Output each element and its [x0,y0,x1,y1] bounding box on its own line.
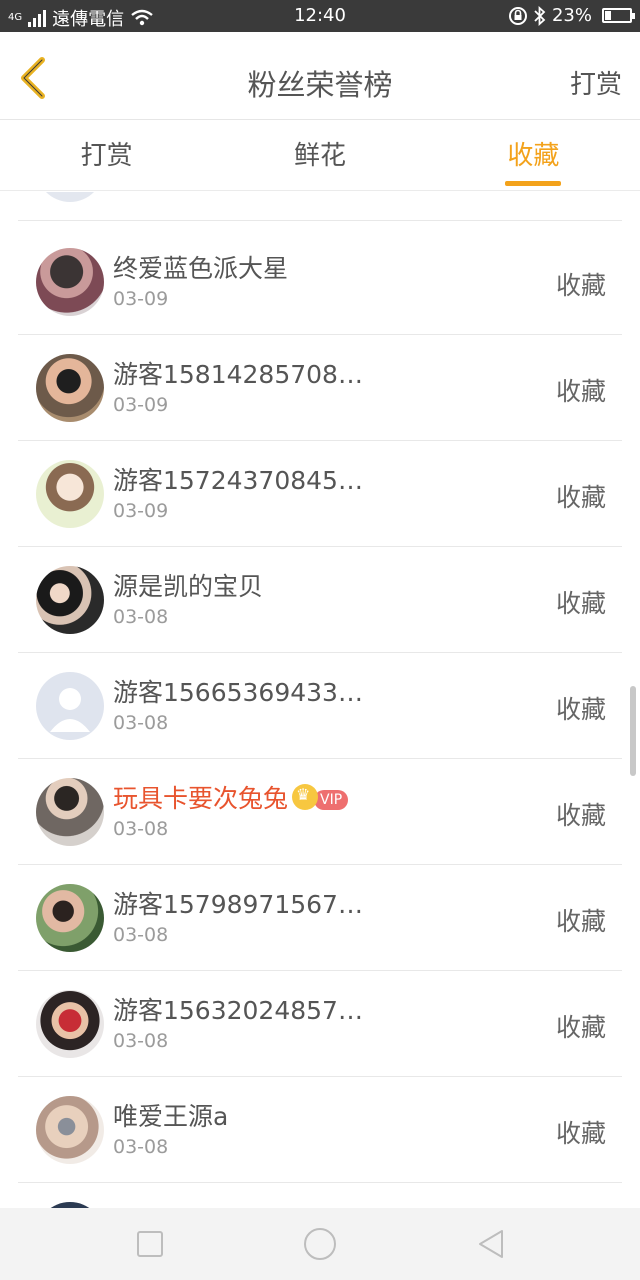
tab-label: 打赏 [80,141,133,171]
item-date: 03-08 [113,712,169,734]
square-icon[interactable] [136,1230,164,1258]
item-action: 收藏 [555,907,606,936]
avatar[interactable] [36,354,104,422]
item-date: 03-08 [113,818,169,840]
tab-active-indicator [505,181,562,186]
status-right: 23% [508,5,635,26]
system-nav-bar [0,1208,640,1280]
user-name[interactable]: 游客15632024857… [113,991,363,1027]
item-date: 03-08 [113,1136,169,1158]
avatar[interactable] [36,990,104,1058]
tab-flowers[interactable]: 鲜花 [213,121,426,190]
tab-bar: 打赏 鲜花 收藏 [0,121,640,191]
scrollbar[interactable] [630,686,636,776]
item-action: 收藏 [555,695,606,724]
fan-list[interactable]: 03-09 终爱蓝色派大星 03-09 收藏 游客15814285708… 03… [0,192,640,1208]
user-name-text: 玩具卡要次兔兔 [113,784,289,813]
item-date: 03-09 [113,192,168,196]
list-item[interactable]: 游客15814285708… 03-09 收藏 [0,335,640,441]
avatar[interactable] [36,672,104,740]
list-item[interactable]: 玩具卡要次兔兔 VIP 03-08 收藏 [0,759,640,865]
battery-fill [605,11,611,20]
user-name[interactable]: 游客15814285708… [113,355,363,391]
avatar[interactable] [36,460,104,528]
item-action: 收藏 [555,483,606,512]
divider [18,220,622,221]
avatar[interactable] [36,884,104,952]
user-name[interactable]: 游客15798971567… [113,885,363,921]
triangle-back-icon[interactable] [476,1228,506,1260]
status-bar: 4G 遠傳電信 12:40 23% [0,0,640,32]
item-action: 收藏 [555,589,606,618]
item-action: 收藏 [555,271,606,300]
item-date: 03-09 [113,394,169,416]
tab-reward[interactable]: 打赏 [0,121,213,190]
circle-icon[interactable] [302,1226,338,1262]
list-item[interactable]: 游客15665369433… 03-08 收藏 [0,653,640,759]
item-action: 收藏 [555,1119,606,1148]
item-date: 03-08 [113,1030,169,1052]
list-item[interactable]: 03-09 [0,192,640,221]
crown-icon [292,784,319,810]
avatar [36,192,104,202]
item-action: 收藏 [555,377,606,406]
user-name[interactable]: 游客15665369433… [113,673,363,709]
item-date: 03-08 [113,606,169,628]
tab-label: 鲜花 [293,141,346,171]
list-item[interactable]: 游客15632024857… 03-08 收藏 [0,971,640,1077]
list-item[interactable]: 终爱蓝色派大星 03-09 收藏 [0,229,640,335]
user-name[interactable]: 终爱蓝色派大星 [113,249,288,285]
user-name[interactable]: 源是凯的宝贝 [113,567,263,603]
user-name[interactable]: 唯爱王源a [113,1097,228,1133]
item-date: 03-08 [113,924,169,946]
avatar[interactable] [36,1096,104,1164]
avatar[interactable] [36,778,104,846]
reward-button[interactable]: 打赏 [570,64,622,101]
lock-rotation-icon [508,6,527,25]
vip-badge: VIP [314,790,349,810]
list-item[interactable] [0,1183,640,1208]
item-date: 03-09 [113,288,169,310]
battery-icon [602,8,635,23]
page-title: 粉丝荣誉榜 [247,68,393,102]
battery-percent: 23% [551,5,592,26]
tab-label: 收藏 [507,141,560,171]
item-action: 收藏 [555,1013,606,1042]
bluetooth-icon [534,5,546,26]
item-date: 03-09 [113,500,169,522]
app-header: 粉丝荣誉榜 打赏 [0,32,640,120]
avatar[interactable] [36,566,104,634]
user-name[interactable]: 玩具卡要次兔兔 VIP [113,779,349,815]
tab-favorites[interactable]: 收藏 [427,121,640,190]
list-item[interactable]: 唯爱王源a 03-08 收藏 [0,1077,640,1183]
user-name[interactable]: 游客15724370845… [113,461,363,497]
item-action: 收藏 [555,801,606,830]
avatar[interactable] [36,248,104,316]
list-item[interactable]: 游客15724370845… 03-09 收藏 [0,441,640,547]
list-item[interactable]: 源是凯的宝贝 03-08 收藏 [0,547,640,653]
list-item[interactable]: 游客15798971567… 03-08 收藏 [0,865,640,971]
default-avatar-icon [50,688,90,732]
